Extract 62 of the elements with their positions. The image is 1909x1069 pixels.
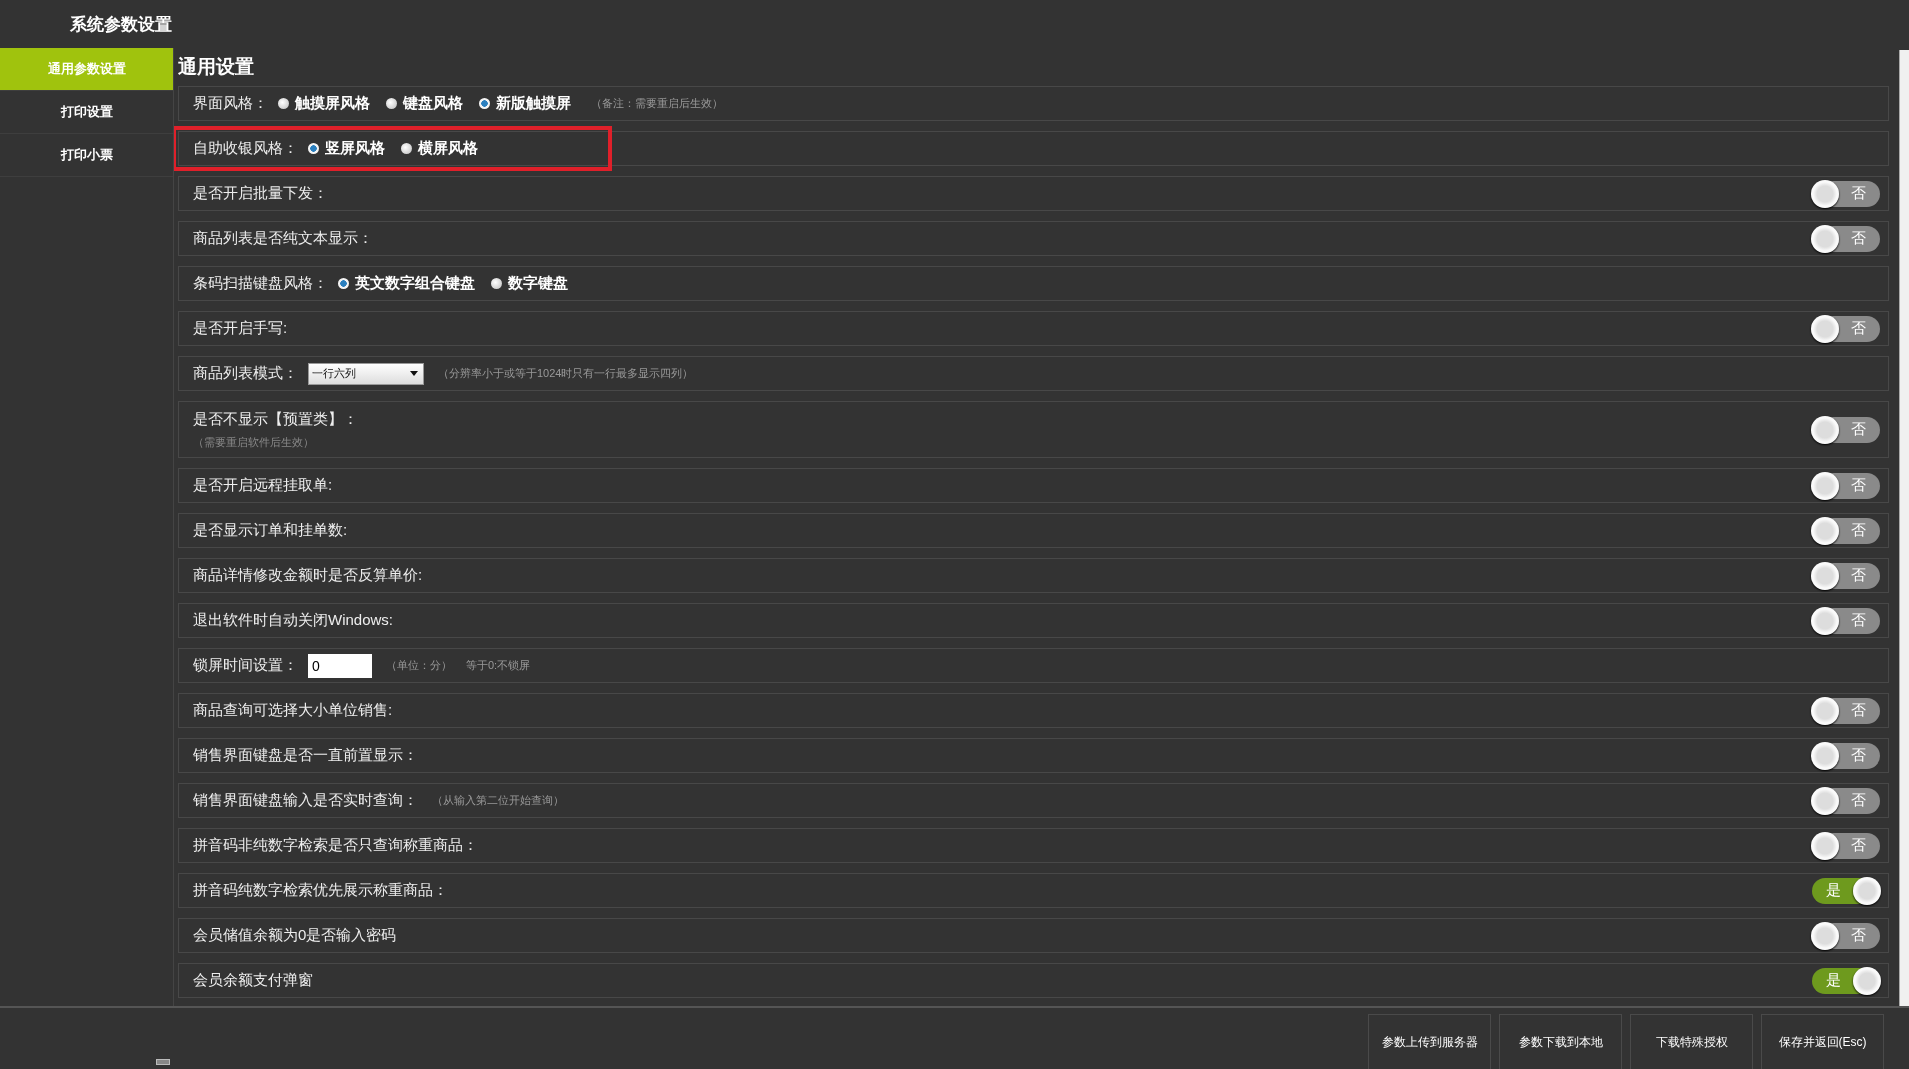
setting-label: 商品列表模式： <box>193 364 298 383</box>
toggle-switch[interactable]: 否 <box>1812 787 1880 814</box>
toggle-switch[interactable]: 是 <box>1812 967 1880 994</box>
setting-label: 条码扫描键盘风格： <box>193 274 328 293</box>
setting-label: 商品查询可选择大小单位销售: <box>193 701 393 720</box>
toggle-switch[interactable]: 否 <box>1812 472 1880 499</box>
note: （从输入第二位开始查询） <box>432 793 564 808</box>
section-title: 通用设置 <box>178 55 255 79</box>
radio-option[interactable]: 键盘风格 <box>386 94 463 113</box>
window-title: 系统参数设置 <box>70 13 172 36</box>
setting-label: 会员储值余额为0是否输入密码 <box>193 926 397 945</box>
footer-button[interactable]: 参数下载到本地 <box>1499 1014 1622 1069</box>
note: （备注：需要重启后生效） <box>591 96 723 111</box>
sidebar-item[interactable]: 通用参数设置 <box>0 48 173 91</box>
radio-option[interactable]: 横屏风格 <box>401 139 478 158</box>
toggle-switch[interactable]: 否 <box>1812 742 1880 769</box>
toggle-switch[interactable]: 否 <box>1812 180 1880 207</box>
toggle-switch[interactable]: 否 <box>1812 607 1880 634</box>
setting-label: 是否显示订单和挂单数: <box>193 521 348 540</box>
scrollbar[interactable] <box>1899 50 1909 1006</box>
radio-option[interactable]: 新版触摸屏 <box>479 94 571 113</box>
radio-option[interactable]: 数字键盘 <box>491 274 568 293</box>
toggle-switch[interactable]: 是 <box>1812 877 1880 904</box>
footer-button[interactable]: 保存并返回(Esc) <box>1761 1014 1884 1069</box>
setting-label: 锁屏时间设置： <box>193 656 298 675</box>
note: （需要重启软件后生效） <box>193 434 315 450</box>
setting-label: 退出软件时自动关闭Windows: <box>193 611 394 630</box>
setting-label: 界面风格： <box>193 94 268 113</box>
setting-label: 是否不显示【预置类】： <box>193 409 358 429</box>
setting-label: 是否开启手写: <box>193 319 288 338</box>
sidebar-item[interactable]: 打印小票 <box>0 134 173 177</box>
setting-label: 是否开启远程挂取单: <box>193 476 333 495</box>
footer-button[interactable]: 下载特殊授权 <box>1630 1014 1753 1069</box>
setting-label: 拼音码非纯数字检索是否只查询称重商品： <box>193 836 478 855</box>
note: （分辨率小于或等于1024时只有一行最多显示四列） <box>438 366 694 381</box>
caret-icon <box>410 371 418 376</box>
setting-label: 销售界面键盘输入是否实时查询： <box>193 791 418 810</box>
toggle-switch[interactable]: 否 <box>1812 562 1880 589</box>
setting-label: 会员余额支付弹窗 <box>193 971 313 990</box>
setting-label: 拼音码纯数字检索优先展示称重商品： <box>193 881 448 900</box>
toggle-switch[interactable]: 否 <box>1812 225 1880 252</box>
setting-label: 自助收银风格： <box>193 139 298 158</box>
toggle-switch[interactable]: 否 <box>1812 832 1880 859</box>
note: 等于0:不锁屏 <box>466 658 531 673</box>
dropdown[interactable]: 一行六列 <box>308 362 424 385</box>
bar-icon <box>156 1059 170 1065</box>
toggle-switch[interactable]: 否 <box>1812 315 1880 342</box>
sidebar-item[interactable]: 打印设置 <box>0 91 173 134</box>
toggle-switch[interactable]: 否 <box>1812 517 1880 544</box>
setting-label: 销售界面键盘是否一直前置显示： <box>193 746 418 765</box>
radio-option[interactable]: 竖屏风格 <box>308 139 385 158</box>
input-field[interactable]: 0 <box>308 653 372 678</box>
toggle-switch[interactable]: 否 <box>1812 416 1880 443</box>
footer-button[interactable]: 参数上传到服务器 <box>1368 1014 1491 1069</box>
toggle-switch[interactable]: 否 <box>1812 922 1880 949</box>
radio-option[interactable]: 英文数字组合键盘 <box>338 274 475 293</box>
note: （单位：分） <box>386 658 452 673</box>
toggle-switch[interactable]: 否 <box>1812 697 1880 724</box>
setting-label: 商品详情修改金额时是否反算单价: <box>193 566 423 585</box>
setting-label: 商品列表是否纯文本显示： <box>193 229 373 248</box>
setting-label: 是否开启批量下发： <box>193 184 328 203</box>
radio-option[interactable]: 触摸屏风格 <box>278 94 370 113</box>
